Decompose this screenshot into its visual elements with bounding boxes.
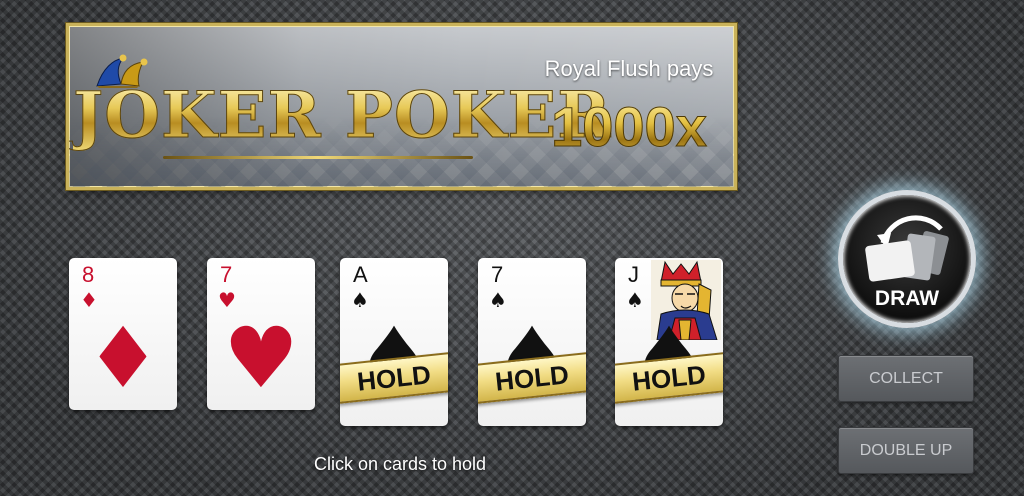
card-rank: J [628,262,639,287]
hold-instruction: Click on cards to hold [313,454,487,474]
card-3[interactable]: A ♠ ♠ HOLD [340,258,448,426]
draw-button[interactable]: DRAW [838,190,976,328]
heart-icon: ♥ [218,288,236,312]
logo-underline [163,156,473,159]
card-rank: A [353,262,368,287]
draw-cards-icon [865,215,949,282]
diamond-icon: ♦ [85,309,161,407]
double-up-button[interactable]: DOUBLE UP [838,427,974,474]
card-4[interactable]: 7 ♠ ♠ HOLD [478,258,586,426]
card-rank: 7 [220,262,233,287]
card-1[interactable]: 8 ♦ ♦ [69,258,177,410]
spade-icon: ♠ [351,288,369,312]
diamond-icon: ♦ [80,288,98,312]
title-banner: JOKER POKER Royal Flush pays 1000x [66,23,737,190]
card-rank: 8 [82,262,95,287]
spade-icon: ♠ [626,288,644,312]
draw-label: DRAW [874,287,940,310]
royal-flush-multiplier: 1000x [529,94,729,159]
game-logo: JOKER POKER [72,54,611,164]
royal-flush-label: Royal Flush pays [544,56,714,81]
card-2[interactable]: 7 ♥ ♥ [207,258,315,410]
card-5[interactable]: J ♠ ♠ HOLD [615,258,723,426]
heart-icon: ♥ [223,309,299,407]
collect-button[interactable]: COLLECT [838,355,974,402]
spade-icon: ♠ [489,288,507,312]
card-rank: 7 [491,262,504,287]
